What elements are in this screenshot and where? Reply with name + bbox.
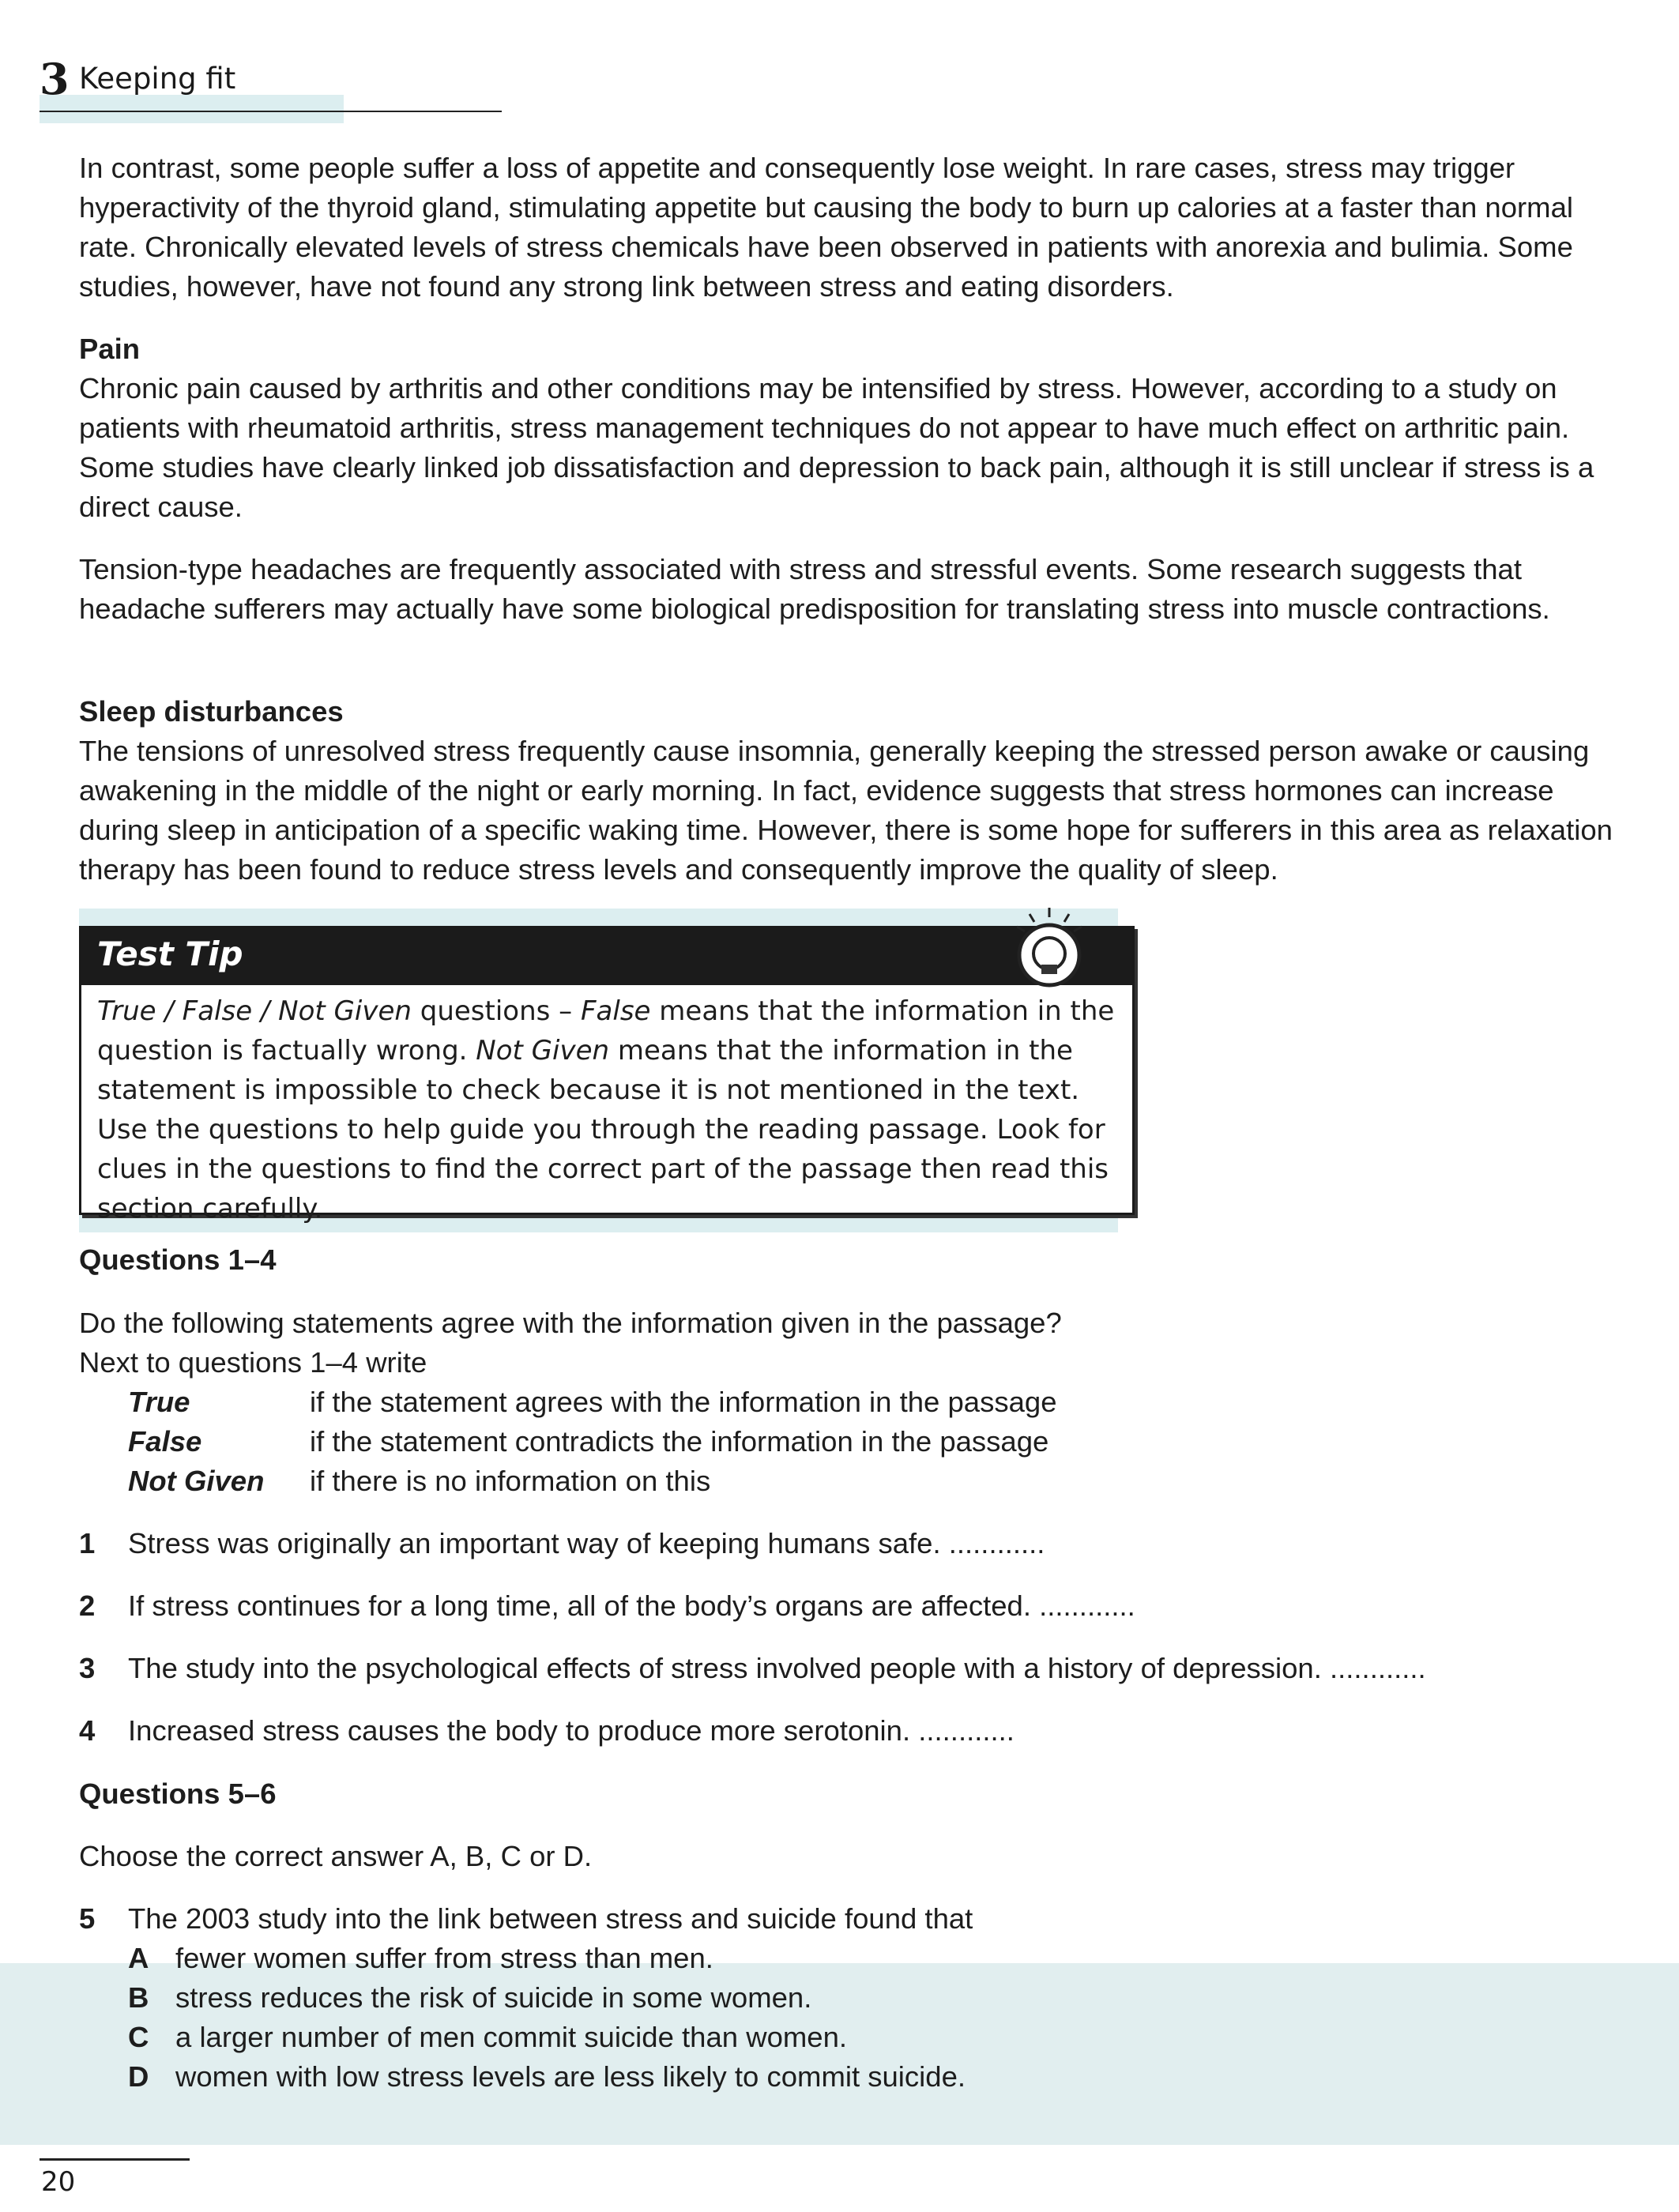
answer-option-a[interactable]: Afewer women suffer from stress than men… xyxy=(128,1939,713,1978)
option-letter: A xyxy=(128,1942,149,1974)
answer-key-desc: if there is no information on this xyxy=(310,1465,711,1497)
question-number: 5 xyxy=(79,1902,96,1935)
lightbulb-icon xyxy=(1016,908,1082,988)
answer-key-term: Not Given xyxy=(128,1465,265,1497)
test-tip-box: Test Tip True / False / Not Given questi… xyxy=(79,908,1135,1224)
question-number: 1 xyxy=(79,1527,96,1559)
questions-5-6-instruction: Choose the correct answer A, B, C or D. xyxy=(79,1840,593,1872)
section-heading-sleep: Sleep disturbances xyxy=(79,695,344,728)
tip-term-true-false-not-given: True / False / Not Given xyxy=(97,995,412,1027)
passage-paragraph-appetite: In contrast, some people suffer a loss o… xyxy=(79,152,1573,303)
answer-option-d[interactable]: Dwomen with low stress levels are less l… xyxy=(128,2057,966,2097)
question-item: 2 If stress continues for a long time, al… xyxy=(79,1586,1135,1626)
answer-key-row: True if the statement agrees with the inf… xyxy=(128,1382,1057,1422)
question-text: The 2003 study into the link between str… xyxy=(128,1902,973,1935)
option-text: stress reduces the risk of suicide in so… xyxy=(175,1981,812,2014)
header-rule xyxy=(40,111,502,112)
tip-term-false: False xyxy=(580,995,651,1027)
answer-key-row: False if the statement contradicts the in… xyxy=(128,1422,1048,1462)
passage-paragraph-headaches: Tension-type headaches are frequently as… xyxy=(79,553,1550,625)
header-band xyxy=(40,95,344,123)
answer-option-b[interactable]: Bstress reduces the risk of suicide in s… xyxy=(128,1978,811,2018)
tip-term-not-given: Not Given xyxy=(476,1035,610,1066)
question-item: 1 Stress was originally an important way … xyxy=(79,1524,1045,1563)
question-text[interactable]: If stress continues for a long time, all… xyxy=(128,1589,1135,1622)
passage-paragraph-sleep: The tensions of unresolved stress freque… xyxy=(79,735,1613,886)
answer-key-row: Not Given if there is no information on t… xyxy=(128,1462,710,1501)
chapter-header: 3 Keeping fit xyxy=(40,54,502,125)
question-number: 2 xyxy=(79,1589,96,1622)
test-tip-title: Test Tip xyxy=(97,935,243,973)
answer-key-desc: if the statement agrees with the informa… xyxy=(310,1386,1057,1418)
question-number: 3 xyxy=(79,1652,96,1684)
test-tip-text: True / False / Not Given questions – Fal… xyxy=(97,991,1116,1228)
option-text: women with low stress levels are less li… xyxy=(175,2060,966,2093)
questions-1-4-instruction-write: Next to questions 1–4 write xyxy=(79,1346,427,1379)
question-text[interactable]: Increased stress causes the body to prod… xyxy=(128,1714,1015,1747)
question-item: 5 The 2003 study into the link between st… xyxy=(79,1899,973,1939)
option-text: a larger number of men commit suicide th… xyxy=(175,2021,848,2053)
chapter-number: 3 xyxy=(40,54,70,104)
questions-1-4-heading: Questions 1–4 xyxy=(79,1243,277,1276)
tip-text-part: questions – xyxy=(411,995,581,1027)
question-text[interactable]: Stress was originally an important way o… xyxy=(128,1527,1045,1559)
questions-1-4-instruction: Do the following statements agree with t… xyxy=(79,1307,1062,1339)
option-letter: C xyxy=(128,2021,149,2053)
passage-paragraph-pain: Chronic pain caused by arthritis and oth… xyxy=(79,372,1594,523)
option-text: fewer women suffer from stress than men. xyxy=(175,1942,713,1974)
answer-key-term: False xyxy=(128,1425,202,1458)
question-text[interactable]: The study into the psychological effects… xyxy=(128,1652,1426,1684)
answer-key-desc: if the statement contradicts the informa… xyxy=(310,1425,1049,1458)
question-item: 3 The study into the psychological effect… xyxy=(79,1649,1426,1688)
option-letter: B xyxy=(128,1981,149,2014)
questions-5-6-heading: Questions 5–6 xyxy=(79,1778,277,1810)
answer-key-term: True xyxy=(128,1386,190,1418)
question-item: 4 Increased stress causes the body to pro… xyxy=(79,1711,1015,1751)
test-tip-header: Test Tip xyxy=(81,928,1132,985)
page-number: 20 xyxy=(41,2166,76,2198)
section-heading-pain: Pain xyxy=(79,333,141,365)
chapter-title: Keeping fit xyxy=(79,62,236,96)
footer-rule xyxy=(40,2158,190,2161)
option-letter: D xyxy=(128,2060,149,2093)
question-number: 4 xyxy=(79,1714,96,1747)
answer-option-c[interactable]: Ca larger number of men commit suicide t… xyxy=(128,2018,847,2057)
